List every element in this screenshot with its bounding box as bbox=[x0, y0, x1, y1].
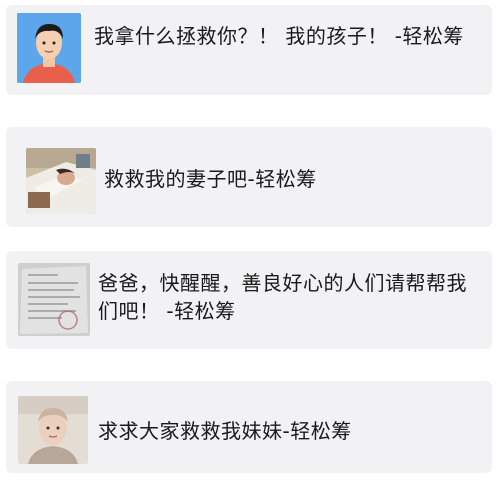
post-text: 救救我的妻子吧-轻松筹 bbox=[104, 167, 317, 191]
post-card[interactable]: 救救我的妻子吧-轻松筹 bbox=[6, 127, 492, 227]
post-card[interactable]: 我拿什么拯救你？！ 我的孩子！ -轻松筹 bbox=[6, 5, 492, 95]
post-card[interactable]: 爸爸，快醒醒，善良好心的人们请帮帮我们吧！ -轻松筹 bbox=[6, 251, 492, 349]
post-text: 爸爸，快醒醒，善良好心的人们请帮帮我们吧！ -轻松筹 bbox=[98, 271, 467, 323]
hospital-bed-photo bbox=[26, 148, 96, 214]
post-text: 我拿什么拯救你？！ 我的孩子！ -轻松筹 bbox=[94, 24, 464, 48]
post-text: 求求大家救救我妹妹-轻松筹 bbox=[98, 419, 352, 443]
post-card[interactable]: 求求大家救救我妹妹-轻松筹 bbox=[6, 381, 492, 473]
boy-portrait-photo bbox=[17, 13, 81, 83]
medical-document-photo bbox=[18, 263, 90, 336]
girl-portrait-photo bbox=[18, 396, 88, 464]
